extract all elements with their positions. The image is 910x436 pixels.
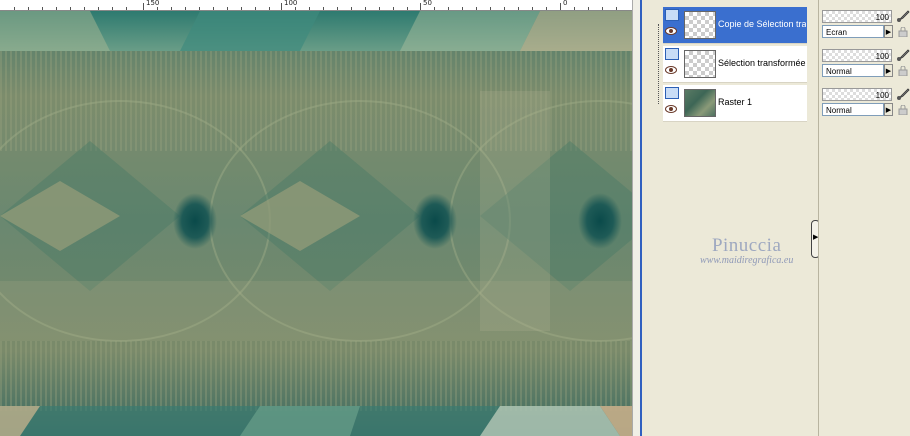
layer-properties-row: 100 Normal ▶ (822, 48, 910, 84)
brush-icon[interactable] (896, 87, 910, 101)
layer-properties-row: 100 Normal ▶ (822, 87, 910, 123)
blend-mode-select[interactable]: Normal (822, 64, 884, 77)
layer-properties-panel: 100 Ecran ▶ 100 Normal ▶ 100 Normal ▶ (818, 0, 910, 436)
lock-icon[interactable] (898, 105, 908, 115)
watermark-name: Pinuccia (711, 235, 782, 256)
layer-row-selection[interactable]: Sélection transformée (663, 46, 807, 83)
canvas-area[interactable]: 150 100 50 0 (0, 0, 640, 436)
dropdown-arrow-icon[interactable]: ▶ (884, 103, 893, 116)
watermark: Pinuccia www.maidiregrafica.eu (700, 235, 793, 266)
layer-name: Raster 1 (718, 97, 753, 107)
opacity-field[interactable]: 100 (822, 88, 892, 101)
dropdown-arrow-icon[interactable]: ▶ (884, 64, 893, 77)
dropdown-arrow-icon[interactable]: ▶ (884, 25, 893, 38)
opacity-field[interactable]: 100 (822, 49, 892, 62)
lock-icon[interactable] (898, 66, 908, 76)
artwork-image[interactable] (0, 11, 632, 436)
layer-row-raster[interactable]: Raster 1 (663, 85, 807, 122)
layer-icon (665, 9, 679, 21)
brush-icon[interactable] (896, 9, 910, 23)
layer-name: Copie de Sélection tra (718, 19, 806, 29)
ruler-label: 0 (563, 0, 568, 7)
ruler-label: 100 (284, 0, 298, 7)
layer-icon (665, 48, 679, 60)
layer-thumbnail (684, 11, 716, 39)
eye-icon[interactable] (665, 105, 677, 113)
layer-row-copie[interactable]: Copie de Sélection tra (663, 7, 807, 44)
blend-mode-select[interactable]: Normal (822, 103, 884, 116)
lock-icon[interactable] (898, 27, 908, 37)
layer-thumbnail (684, 50, 716, 78)
brush-icon[interactable] (896, 48, 910, 62)
layer-icon (665, 87, 679, 99)
opacity-field[interactable]: 100 (822, 10, 892, 23)
ruler-label: 50 (423, 0, 432, 7)
layer-name: Sélection transformée (718, 58, 806, 68)
layer-properties-row: 100 Ecran ▶ (822, 9, 910, 45)
eye-icon[interactable] (665, 66, 677, 74)
ruler-label: 150 (146, 0, 160, 7)
layers-panel: Copie de Sélection tra Sélection transfo… (653, 0, 813, 436)
layer-thumbnail (684, 89, 716, 117)
vertical-scrollbar[interactable] (632, 0, 640, 436)
horizontal-ruler: 150 100 50 0 (0, 0, 632, 11)
blend-mode-select[interactable]: Ecran (822, 25, 884, 38)
watermark-url: www.maidiregrafica.eu (700, 255, 794, 266)
eye-icon[interactable] (665, 27, 677, 35)
tree-line (658, 24, 659, 104)
